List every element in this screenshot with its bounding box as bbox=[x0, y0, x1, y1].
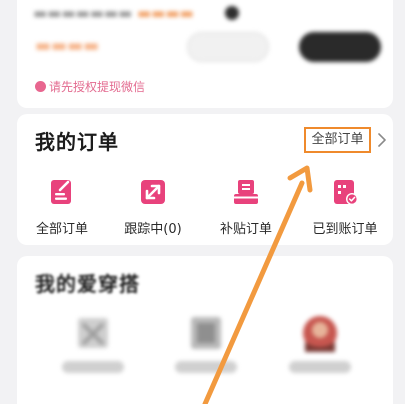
outfit-thumbnail bbox=[78, 318, 108, 348]
earnings-card: ▬▬▬▬▬▬▬ ▬▬▬▬ ▬▬▬▬ 请先授权提现微信 bbox=[17, 0, 393, 108]
withdraw-button[interactable] bbox=[299, 32, 381, 62]
outfit-thumbnail bbox=[303, 316, 337, 352]
all-orders-icon bbox=[51, 180, 71, 204]
outfit-item[interactable] bbox=[56, 314, 130, 384]
order-item-tracking[interactable]: 跟踪中(0) bbox=[109, 176, 197, 240]
my-orders-card: 我的订单 全部订单 全部订单 跟踪中(0) 补贴订单 已到账订单 bbox=[17, 114, 393, 245]
earnings-label-blurred: ▬▬▬▬▬▬▬ ▬▬▬▬ bbox=[33, 4, 194, 22]
authorize-wechat-tip[interactable]: 请先授权提现微信 bbox=[35, 78, 145, 95]
outfit-caption-blurred bbox=[175, 361, 237, 373]
subsidy-orders-icon bbox=[234, 180, 258, 204]
my-orders-title: 我的订单 bbox=[35, 130, 119, 154]
order-item-label: 已到账订单 bbox=[312, 222, 378, 237]
order-item-credited[interactable]: 已到账订单 bbox=[301, 176, 389, 240]
outfit-thumbnail bbox=[191, 317, 221, 349]
authorize-tip-text: 请先授权提现微信 bbox=[49, 80, 146, 94]
order-item-subsidy[interactable]: 补贴订单 bbox=[202, 176, 290, 240]
warning-icon bbox=[35, 81, 46, 92]
order-item-label: 补贴订单 bbox=[219, 222, 272, 237]
my-outfit-card: 我的爱穿搭 bbox=[17, 256, 393, 404]
my-outfit-title: 我的爱穿搭 bbox=[35, 272, 140, 296]
earnings-amount-blurred: ▬▬▬▬ bbox=[35, 36, 100, 56]
order-item-label: 跟踪中(0) bbox=[124, 222, 182, 237]
tracking-icon bbox=[141, 180, 165, 204]
secondary-action-button[interactable] bbox=[187, 32, 269, 62]
outfit-caption-blurred bbox=[289, 361, 351, 373]
info-icon bbox=[225, 6, 239, 20]
outfit-item[interactable] bbox=[169, 314, 243, 384]
order-item-all[interactable]: 全部订单 bbox=[18, 176, 106, 240]
chevron-right-icon[interactable] bbox=[374, 132, 390, 148]
all-orders-link[interactable]: 全部订单 bbox=[304, 127, 371, 153]
credited-orders-icon bbox=[334, 180, 358, 205]
outfit-caption-blurred bbox=[62, 361, 124, 373]
outfit-item[interactable] bbox=[283, 314, 357, 384]
